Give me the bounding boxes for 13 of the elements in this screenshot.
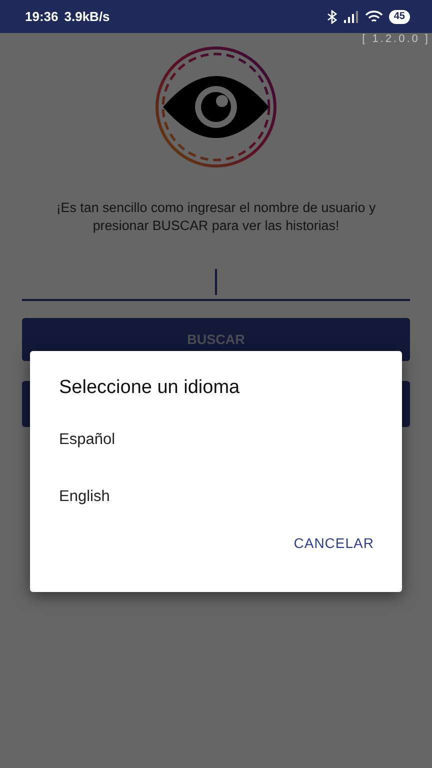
signal-icon (342, 10, 359, 22)
wifi-icon (364, 10, 383, 24)
version-label: [ 1.2.0.0 ] (362, 33, 430, 45)
bluetooth-icon (326, 10, 337, 24)
network-speed: 3.9kB/s (64, 9, 110, 24)
battery-icon: 45 (388, 10, 410, 24)
eye-logo-icon (154, 45, 278, 169)
dialog-title: Seleccione un idioma (58, 377, 241, 400)
language-option[interactable]: Español (30, 415, 402, 472)
cancel-button[interactable]: CANCELAR (288, 531, 380, 555)
status-time: 19:36 (25, 9, 58, 24)
language-option[interactable]: English (30, 472, 402, 529)
instructions-text: ¡Es tan sencillo como ingresar el nombre de usuario y presionar BUSCAR para ver las historias! (55, 199, 377, 235)
